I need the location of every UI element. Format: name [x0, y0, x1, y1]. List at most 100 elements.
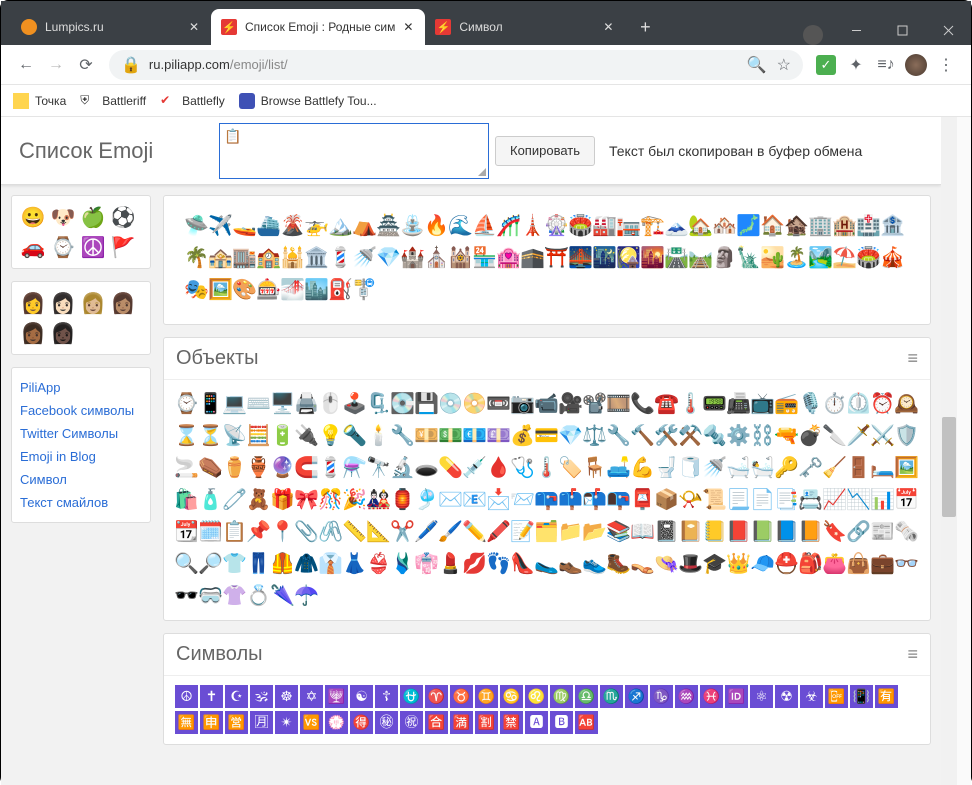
vertical-scrollbar[interactable] [941, 117, 957, 785]
emoji-item[interactable]: ✡ [300, 685, 323, 708]
emoji-item[interactable]: 🅱 [550, 711, 573, 734]
emoji-item[interactable]: 🧷 [222, 484, 246, 516]
emoji-item[interactable]: 🖼️ [208, 274, 232, 306]
emoji-item[interactable]: ☣ [800, 685, 823, 708]
emoji-item[interactable]: 🕹️ [342, 388, 366, 420]
emoji-item[interactable]: ⏱️ [822, 388, 846, 420]
emoji-item[interactable]: ☢ [775, 685, 798, 708]
bookmark-battleriff[interactable]: ⛨Battleriff [80, 93, 146, 109]
emoji-item[interactable]: 🚤 [232, 210, 256, 242]
emoji-item[interactable]: 🗝️ [798, 452, 822, 484]
emoji-item[interactable]: 🚁 [304, 210, 328, 242]
emoji-item[interactable]: ⌚ [174, 388, 198, 420]
emoji-item[interactable]: 📂 [582, 516, 606, 548]
emoji-item[interactable]: 🖼️ [894, 452, 918, 484]
emoji-item[interactable]: 🎐 [414, 484, 438, 516]
url-field[interactable]: 🔒 ru.piliapp.com/emoji/list/ 🔍 ☆ [109, 50, 803, 80]
emoji-item[interactable]: 🏮 [390, 484, 414, 516]
emoji-item[interactable]: 📜 [702, 484, 726, 516]
emoji-item[interactable]: 🏡 [688, 210, 712, 242]
emoji-item[interactable]: 🛏️ [870, 452, 894, 484]
emoji-item[interactable]: 💳 [534, 420, 558, 452]
sidebar-link[interactable]: Facebook символы [20, 399, 142, 422]
emoji-item[interactable]: 🎞️ [606, 388, 630, 420]
emoji-item[interactable]: 💾 [414, 388, 438, 420]
emoji-item[interactable]: 🔩 [702, 420, 726, 452]
emoji-item[interactable]: 📻 [774, 388, 798, 420]
emoji-item[interactable]: 🈲 [500, 711, 523, 734]
emoji-item[interactable]: ⛎ [400, 685, 423, 708]
emoji-item[interactable]: ☯ [350, 685, 373, 708]
emoji-item[interactable]: 🔑 [774, 452, 798, 484]
emoji-item[interactable]: 💋 [462, 548, 486, 580]
emoji-item[interactable]: 🎓 [702, 548, 726, 580]
emoji-item[interactable]: 📀 [462, 388, 486, 420]
emoji-item[interactable]: 🛠️ [654, 420, 678, 452]
emoji-item[interactable]: ♌ [525, 685, 548, 708]
emoji-item[interactable]: 🕌 [280, 242, 304, 274]
emoji-item[interactable]: 🉐 [350, 711, 373, 734]
emoji-item[interactable]: 👜 [846, 548, 870, 580]
emoji-item[interactable]: 🚩 [110, 234, 136, 260]
emoji-item[interactable]: 🆚 [300, 711, 323, 734]
emoji-item[interactable]: 🕎 [325, 685, 348, 708]
emoji-item[interactable]: 🆎 [575, 711, 598, 734]
emoji-item[interactable]: 📏 [342, 516, 366, 548]
emoji-item[interactable]: 📴 [825, 685, 848, 708]
emoji-item[interactable]: 🕶️ [174, 580, 198, 612]
emoji-item[interactable]: ☎️ [654, 388, 678, 420]
emoji-item[interactable]: 💉 [462, 452, 486, 484]
emoji-item[interactable]: 🔧 [390, 420, 414, 452]
emoji-item[interactable]: ⚽ [110, 204, 136, 230]
emoji-item[interactable]: 🏷️ [558, 452, 582, 484]
emoji-item[interactable]: 🛍️ [174, 484, 198, 516]
emoji-item[interactable]: 📅 [894, 484, 918, 516]
emoji-item[interactable]: 🛡️ [894, 420, 918, 452]
emoji-item[interactable]: ⚗️ [342, 452, 366, 484]
emoji-item[interactable]: ☮ [175, 685, 198, 708]
emoji-item[interactable]: 🩺 [510, 452, 534, 484]
emoji-item[interactable]: 👩🏼 [80, 290, 106, 316]
emoji-item[interactable]: 📷 [510, 388, 534, 420]
emoji-item[interactable]: 🏤 [208, 242, 232, 274]
emoji-item[interactable]: 🏦 [880, 210, 904, 242]
emoji-item[interactable]: 🎩 [678, 548, 702, 580]
emoji-item[interactable]: 👠 [510, 548, 534, 580]
emoji-item[interactable]: 🌉 [568, 242, 592, 274]
emoji-item[interactable]: 🗂️ [534, 516, 558, 548]
sidebar-link[interactable]: Emoji in Blog [20, 445, 142, 468]
emoji-item[interactable]: 👣 [486, 548, 510, 580]
emoji-item[interactable]: 💮 [325, 711, 348, 734]
emoji-item[interactable]: 📺 [750, 388, 774, 420]
emoji-item[interactable]: 🎢 [496, 210, 520, 242]
emoji-item[interactable]: 📠 [726, 388, 750, 420]
hamburger-icon[interactable]: ≡ [907, 348, 918, 369]
emoji-item[interactable]: 👘 [414, 548, 438, 580]
emoji-item[interactable]: 🏨 [832, 210, 856, 242]
emoji-item[interactable]: ⌨️ [246, 388, 270, 420]
emoji-item[interactable]: 👩🏾 [20, 320, 46, 346]
emoji-item[interactable]: 🏯 [376, 210, 400, 242]
emoji-item[interactable]: 🖍️ [486, 516, 510, 548]
emoji-item[interactable]: ♏ [600, 685, 623, 708]
emoji-item[interactable]: ✴ [275, 711, 298, 734]
emoji-item[interactable]: ☮️ [80, 234, 106, 260]
emoji-item[interactable]: 📃 [726, 484, 750, 516]
emoji-item[interactable]: 🔦 [342, 420, 366, 452]
emoji-item[interactable]: 📇 [798, 484, 822, 516]
emoji-item[interactable]: 🔌 [294, 420, 318, 452]
emoji-item[interactable]: 👖 [246, 548, 270, 580]
emoji-item[interactable]: ⚱️ [222, 452, 246, 484]
emoji-item[interactable]: 🎨 [232, 274, 256, 306]
emoji-item[interactable]: 🌁 [280, 274, 304, 306]
emoji-item[interactable]: 👑 [726, 548, 750, 580]
emoji-item[interactable]: 🏟️ [856, 242, 880, 274]
emoji-item[interactable]: 📮 [630, 484, 654, 516]
emoji-item[interactable]: 🔨 [630, 420, 654, 452]
emoji-item[interactable]: 🏬 [232, 242, 256, 274]
profile-indicator[interactable] [803, 25, 823, 45]
emoji-item[interactable]: 💪 [630, 452, 654, 484]
emoji-item[interactable]: 💵 [438, 420, 462, 452]
emoji-item[interactable]: ☸ [275, 685, 298, 708]
emoji-item[interactable]: 📦 [654, 484, 678, 516]
